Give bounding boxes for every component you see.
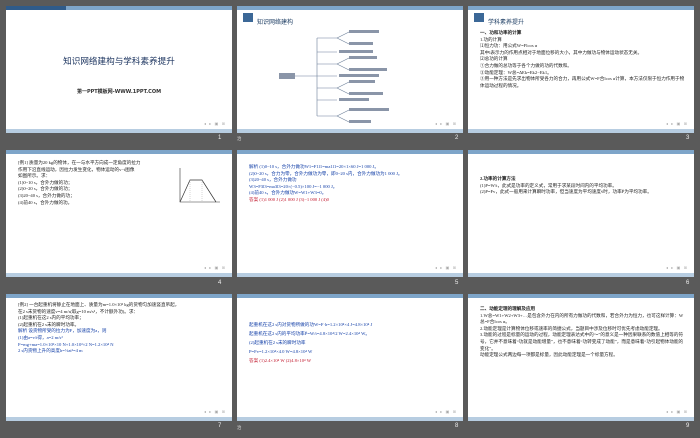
body-line: (3)20~40 s，合外力做的功； xyxy=(18,192,75,198)
body-line: 二、动能定理的理解及应用 xyxy=(480,306,536,311)
accent-bar xyxy=(6,6,66,10)
nav-icons: ◂ ▸ ▣ ⊞ xyxy=(204,409,226,414)
slide-thumbnail-7[interactable]: [例2] 一台起重机将静止在地面上、质量为m=1.0×10³ kg的货物匀加速竖… xyxy=(6,294,232,421)
body-line: (4)前40 s，合外力做的功。 xyxy=(18,199,73,205)
top-strip xyxy=(468,294,694,298)
body-line: (4)前40 s，合外力做功W=W1+W3=0。 xyxy=(249,190,327,196)
slide-number: 6 xyxy=(686,280,690,286)
slide-body: [例2] 一台起重机将静止在地面上、质量为m=1.0×10³ kg的货物匀加速竖… xyxy=(18,302,224,355)
body-line: 其中l表示力的作用点相对于地面位移的大小，其中力做功与物体运动状态无关。 xyxy=(480,49,643,55)
slide-body: 2.功率的计算方法 (1)P=W/t，此式是功率的定义式，常用于求某段时间内的平… xyxy=(480,176,686,196)
body-line: 起重机在这2 s内对货物所做的功W=F·h=1.2×10⁴×4 J=4.8×10… xyxy=(249,322,373,327)
nav-icons: ◂ ▸ ▣ ⊞ xyxy=(435,265,457,270)
vt-graph xyxy=(179,168,220,203)
nav-icons: ◂ ▸ ▣ ⊞ xyxy=(666,265,688,270)
body-line: [例2] 一台起重机将静止在地面上、质量为m=1.0×10³ kg的货物匀加速竖… xyxy=(18,302,180,307)
body-line: (1)由a=v/t得，a=2 m/s² xyxy=(18,334,63,340)
slide-thumbnail-6[interactable]: 2.功率的计算方法 (1)P=W/t，此式是功率的定义式，常用于求某段时间内的平… xyxy=(468,150,694,277)
body-line: [例1] 质量为20 kg的物体，在一与水平方向成一定角度的拉力 xyxy=(18,160,141,165)
body-line: ⑵总功的计算 xyxy=(480,56,508,62)
slide-note-label: 治 xyxy=(237,426,242,431)
slide-number: 1 xyxy=(218,135,222,141)
body-line: (3)20~40 s，合外力做功 xyxy=(249,177,297,183)
slide-number: 9 xyxy=(686,423,690,429)
body-line: ①合力做的总功等于各个力做的功的代数和。 xyxy=(480,62,572,68)
title-tag xyxy=(243,13,253,22)
slide-thumbnail-8[interactable]: 起重机在这2 s内对货物所做的功W=F·h=1.2×10⁴×4 J=4.8×10… xyxy=(237,294,463,421)
body-line: P=Fv=1.2×10⁴×4.0 W=4.8×10⁴ W xyxy=(249,349,313,354)
slide-number: 5 xyxy=(455,280,459,286)
bottom-strip xyxy=(468,417,694,421)
slide-number: 3 xyxy=(686,135,690,141)
body-line: 1.W总=W1+W2+W3+…是包含外力在内的所有力做功的代数和，若合外力为恒力… xyxy=(480,312,684,325)
top-strip xyxy=(6,150,232,154)
nav-icons: ◂ ▸ ▣ ⊞ xyxy=(435,121,457,126)
slide-note-label: 治 xyxy=(237,137,242,142)
top-strip xyxy=(237,294,463,298)
slide-thumbnail-3[interactable]: 学科素养提升 一、功和功率的计算 1.功的计算 ⑴恒力功：用公式W=Flcos … xyxy=(468,6,694,133)
nav-icons: ◂ ▸ ▣ ⊞ xyxy=(666,409,688,414)
slide-title: 学科素养提升 xyxy=(488,20,525,26)
slide-thumbnail-2[interactable]: 知识网络建构 ◂ ▸ ▣ ⊞ xyxy=(237,6,463,133)
slide-title: 知识网络建构与学科素养提升 xyxy=(63,57,175,67)
body-line: ⑴恒力功：用公式W=Flcos α xyxy=(480,43,538,49)
top-strip xyxy=(237,150,463,154)
slide-thumbnail-9[interactable]: 二、动能定理的理解及应用 1.W总=W1+W2+W3+…是包含外力在内的所有力做… xyxy=(468,294,694,421)
bottom-strip xyxy=(6,417,232,421)
body-line: 2.功率的计算方法 xyxy=(480,176,516,181)
slide-body: 解析 (1)0~10 s，合外力做功W1=F1l1=ma1l1=20×1×60 … xyxy=(249,164,455,204)
answer-line: 答案 (1)1 000 J (2)1 000 J (3)−1 000 J (4)… xyxy=(249,196,329,202)
body-line: ③用一种方法是先求出物体所受各力的合力，再用公式W=F合lcos α计算，本方法… xyxy=(480,76,685,88)
slide-number: 7 xyxy=(218,423,222,429)
knowledge-mindmap xyxy=(279,30,389,123)
body-line: (2)P=Fv，此式一般用来计算瞬时功率，但当速度为平均速度v̄时，功率P̄为平… xyxy=(480,189,652,195)
bottom-strip xyxy=(237,417,463,421)
body-line: 解析 设货物所受的拉力为F，加速度为a，则 xyxy=(18,328,107,334)
body-line: 解析 (1)0~10 s，合外力做功W1=F1l1=ma1l1=20×1×60 … xyxy=(249,164,379,169)
slide-body: [例1] 质量为20 kg的物体，在一与水平方向成一定角度的拉力 作用下沿直线运… xyxy=(18,160,172,206)
site-watermark: 第一PPT模板网-WWW.1PPT.COM xyxy=(76,89,162,95)
slide-body: 一、功和功率的计算 1.功的计算 ⑴恒力功：用公式W=Flcos α 其中l表示… xyxy=(480,30,686,89)
body-line: (2)起重机在2 s末的瞬时功率 xyxy=(249,340,306,345)
title-tag xyxy=(474,13,484,22)
bottom-strip xyxy=(468,129,694,133)
nav-icons: ◂ ▸ ▣ ⊞ xyxy=(204,121,226,126)
top-strip xyxy=(468,6,694,10)
slide-title: 知识网络建构 xyxy=(257,20,294,26)
body-line: 起重机在这2 s内的平均功率P̄=W/t=4.8×10⁴/2 W=2.4×10⁴… xyxy=(249,331,371,336)
body-line: 一、功和功率的计算 xyxy=(480,30,522,35)
slide-sorter-grid: 知识网络建构与学科素养提升 第一PPT模板网-WWW.1PPT.COM ◂ ▸ … xyxy=(0,0,700,438)
nav-icons: ◂ ▸ ▣ ⊞ xyxy=(204,265,226,270)
answer-line: 答案 (1)2.4×10⁴ W (2)4.8×10⁴ W xyxy=(249,358,312,363)
slide-thumbnail-5[interactable]: 解析 (1)0~10 s，合外力做功W1=F1l1=ma1l1=20×1×60 … xyxy=(237,150,463,277)
slide-thumbnail-4[interactable]: [例1] 质量为20 kg的物体，在一与水平方向成一定角度的拉力 作用下沿直线运… xyxy=(6,150,232,277)
slide-number: 4 xyxy=(218,280,222,286)
body-line: 3.动能的过程是标量的运动的过程，动能定理表达式中的“=”的意义是一种因果联系的… xyxy=(480,332,684,351)
slide-number: 8 xyxy=(455,423,459,429)
bottom-strip xyxy=(468,273,694,277)
top-strip xyxy=(468,150,694,154)
nav-icons: ◂ ▸ ▣ ⊞ xyxy=(435,409,457,414)
nav-icons: ◂ ▸ ▣ ⊞ xyxy=(666,121,688,126)
body-line: (2)0~20 s，合外力做的功； xyxy=(18,186,73,192)
top-strip xyxy=(237,6,463,10)
body-line: 动能定理公式两边每一项都是标量，因此动能定理是一个标量方程。 xyxy=(480,352,618,358)
body-line: (1)起重机在这2 s内的平均功率； xyxy=(18,315,84,321)
bottom-strip xyxy=(237,273,463,277)
slide-body: 二、动能定理的理解及应用 1.W总=W1+W2+W3+…是包含外力在内的所有力做… xyxy=(480,306,686,359)
bottom-strip xyxy=(6,273,232,277)
slide-number: 2 xyxy=(455,135,459,141)
body-line: 如图所示。求： xyxy=(18,173,51,179)
body-line: 2 s内货物上升的高度h=½at²=4 m xyxy=(18,348,83,354)
slide-thumbnail-1[interactable]: 知识网络建构与学科素养提升 第一PPT模板网-WWW.1PPT.COM ◂ ▸ … xyxy=(6,6,232,133)
bottom-strip xyxy=(237,129,463,133)
slide-body: 起重机在这2 s内对货物所做的功W=F·h=1.2×10⁴×4 J=4.8×10… xyxy=(249,320,455,365)
bottom-strip xyxy=(6,129,232,133)
top-strip xyxy=(6,294,232,298)
